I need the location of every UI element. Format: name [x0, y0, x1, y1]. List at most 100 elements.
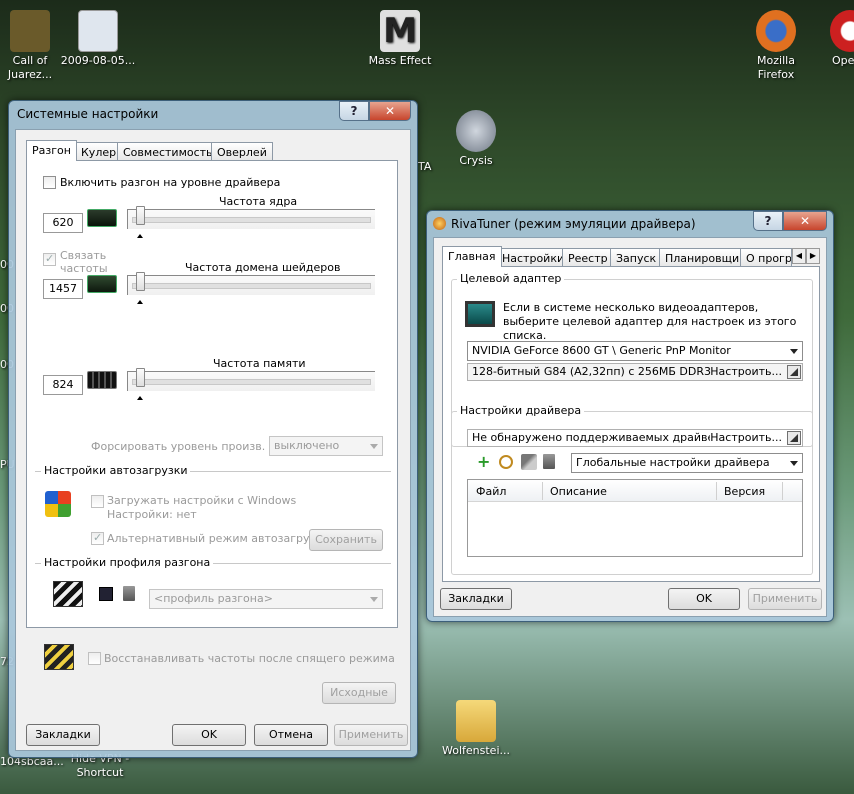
load-with-windows-checkbox[interactable]	[91, 495, 104, 508]
tab-scroll-right-button[interactable]: ▶	[806, 248, 820, 264]
column-header-file[interactable]: Файл	[476, 485, 506, 498]
dialog-body: Главная Настройки Реестр Запуск Планиров…	[433, 237, 827, 617]
force-perf-label: Форсировать уровень произв.	[91, 440, 266, 453]
shader-clock-value[interactable]: 1457	[43, 279, 83, 299]
window-title: Системные настройки	[17, 107, 159, 121]
search-icon[interactable]	[499, 455, 513, 469]
firefox-icon	[756, 10, 796, 52]
delete-icon[interactable]	[543, 454, 555, 469]
desktop-icon-opera[interactable]: Ope	[820, 10, 854, 67]
desktop-icon-crysis[interactable]: Crysis	[436, 110, 516, 167]
memory-chip-icon	[87, 371, 117, 389]
enable-oc-checkbox[interactable]	[43, 176, 56, 189]
delete-profile-icon[interactable]	[123, 586, 135, 601]
desktop-icon-label: Ope	[832, 54, 854, 67]
profile-select[interactable]: <профиль разгона>	[149, 589, 383, 609]
enable-oc-label: Включить разгон на уровне драйвера	[60, 176, 281, 189]
driver-files-table[interactable]: Файл Описание Версия	[467, 479, 803, 557]
column-separator	[542, 482, 543, 500]
cancel-button[interactable]: Отмена	[254, 724, 328, 746]
apply-button[interactable]: Применить	[748, 588, 822, 610]
rivatuner-icon	[433, 217, 446, 230]
table-header: Файл Описание Версия	[468, 480, 802, 502]
column-separator	[716, 482, 717, 500]
target-description: Если в системе несколько видеоадаптеров,…	[503, 301, 797, 342]
driver-configure-button[interactable]	[787, 431, 801, 445]
column-header-description[interactable]: Описание	[550, 485, 607, 498]
force-perf-select[interactable]: выключено	[269, 436, 383, 456]
core-clock-slider[interactable]	[127, 206, 375, 238]
save-button[interactable]: Сохранить	[309, 529, 383, 551]
defaults-button[interactable]: Исходные	[322, 682, 396, 704]
desktop-icon-label: 2009-08-05...	[60, 54, 136, 67]
add-icon[interactable]: +	[477, 454, 491, 470]
adapter-configure-label[interactable]: Настроить...	[710, 365, 782, 378]
rivatuner-window[interactable]: RivaTuner (режим эмуляции драйвера) ? ✕ …	[426, 210, 834, 622]
desktop-icon-label: Mozilla Firefox	[757, 54, 795, 81]
tab-registry[interactable]: Реестр	[562, 248, 614, 267]
driver-settings-select[interactable]: Глобальные настройки драйвера	[571, 453, 803, 473]
tab-compatibility[interactable]: Совместимость	[117, 142, 219, 161]
desktop-icon-screenshot-file[interactable]: 2009-08-05...	[58, 10, 138, 67]
opera-icon	[830, 10, 854, 52]
desktop-icon-label: Crysis	[459, 154, 493, 167]
desktop-icon-label: Wolfenstei...	[442, 744, 510, 757]
game-icon	[10, 10, 50, 52]
tab-settings[interactable]: Настройки	[496, 248, 571, 267]
tab-overclock[interactable]: Разгон	[26, 140, 77, 161]
desktop-icon-mass-effect[interactable]: M Mass Effect	[360, 10, 440, 67]
slider-thumb[interactable]	[136, 272, 145, 291]
sleep-restore-icon	[44, 644, 74, 670]
adapter-select[interactable]: NVIDIA GeForce 8600 GT \ Generic PnP Mon…	[467, 341, 803, 361]
apply-button[interactable]: Применить	[334, 724, 408, 746]
shader-clock-slider[interactable]	[127, 272, 375, 304]
adapter-value: NVIDIA GeForce 8600 GT \ Generic PnP Mon…	[472, 344, 731, 357]
restore-after-sleep-label: Восстанавливать частоты после спящего ре…	[104, 652, 395, 665]
windows-flag-icon	[45, 491, 71, 517]
clapperboard-icon	[53, 581, 83, 607]
ok-button[interactable]: OK	[668, 588, 740, 610]
help-button[interactable]: ?	[753, 211, 783, 231]
help-button[interactable]: ?	[339, 101, 369, 121]
load-with-windows-label: Загружать настройки с Windows	[107, 494, 297, 507]
slider-thumb[interactable]	[136, 206, 145, 225]
slider-thumb[interactable]	[136, 368, 145, 387]
tools-icon[interactable]	[521, 454, 537, 470]
desktop-icon-firefox[interactable]: Mozilla Firefox	[736, 10, 816, 82]
restore-after-sleep-checkbox[interactable]	[88, 652, 101, 665]
tab-startup[interactable]: Запуск	[610, 248, 663, 267]
mass-effect-icon: M	[380, 10, 420, 52]
adapter-info-field: 128-битный G84 (A2,32пп) с 256МБ DDR3 На…	[467, 363, 803, 381]
close-button[interactable]: ✕	[783, 211, 827, 231]
tab-cooler[interactable]: Кулер	[75, 142, 123, 161]
close-button[interactable]: ✕	[369, 101, 411, 121]
system-settings-window[interactable]: Системные настройки ? ✕ Разгон Кулер Сов…	[8, 100, 418, 758]
force-perf-value: выключено	[274, 439, 340, 452]
alt-autoload-checkbox[interactable]	[91, 531, 104, 545]
tab-scroll-left-button[interactable]: ◀	[792, 248, 806, 264]
link-clocks-label: Связать частоты	[60, 249, 108, 275]
link-clocks-checkbox[interactable]	[43, 252, 56, 266]
core-clock-value[interactable]: 620	[43, 213, 83, 233]
settings-none-label: Настройки: нет	[107, 508, 197, 521]
save-profile-icon[interactable]	[99, 587, 113, 601]
memory-clock-slider[interactable]	[127, 368, 375, 400]
tab-overlay[interactable]: Оверлей	[211, 142, 273, 161]
memory-clock-title: Частота памяти	[213, 357, 306, 370]
driver-section-title: Настройки драйвера	[457, 404, 585, 417]
dialog-body: Разгон Кулер Совместимость Оверлей Включ…	[15, 129, 411, 751]
memory-clock-value[interactable]: 824	[43, 375, 83, 395]
desktop-icon-wolfenstein[interactable]: Wolfenstei...	[436, 700, 516, 757]
bookmarks-button[interactable]: Закладки	[440, 588, 512, 610]
driver-info-field: Не обнаружено поддерживаемых драйверов д…	[467, 429, 803, 447]
bookmarks-button[interactable]: Закладки	[26, 724, 100, 746]
shader-clock-title: Частота домена шейдеров	[185, 261, 341, 274]
driver-configure-label[interactable]: Настроить...	[710, 431, 782, 444]
adapter-configure-button[interactable]	[787, 365, 801, 379]
window-title: RivaTuner (режим эмуляции драйвера)	[451, 217, 696, 231]
column-header-version[interactable]: Версия	[724, 485, 765, 498]
tab-main[interactable]: Главная	[442, 246, 502, 267]
ok-button[interactable]: OK	[172, 724, 246, 746]
tab-about[interactable]: О прогр...	[740, 248, 792, 267]
tab-scheduler[interactable]: Планировщик	[659, 248, 752, 267]
